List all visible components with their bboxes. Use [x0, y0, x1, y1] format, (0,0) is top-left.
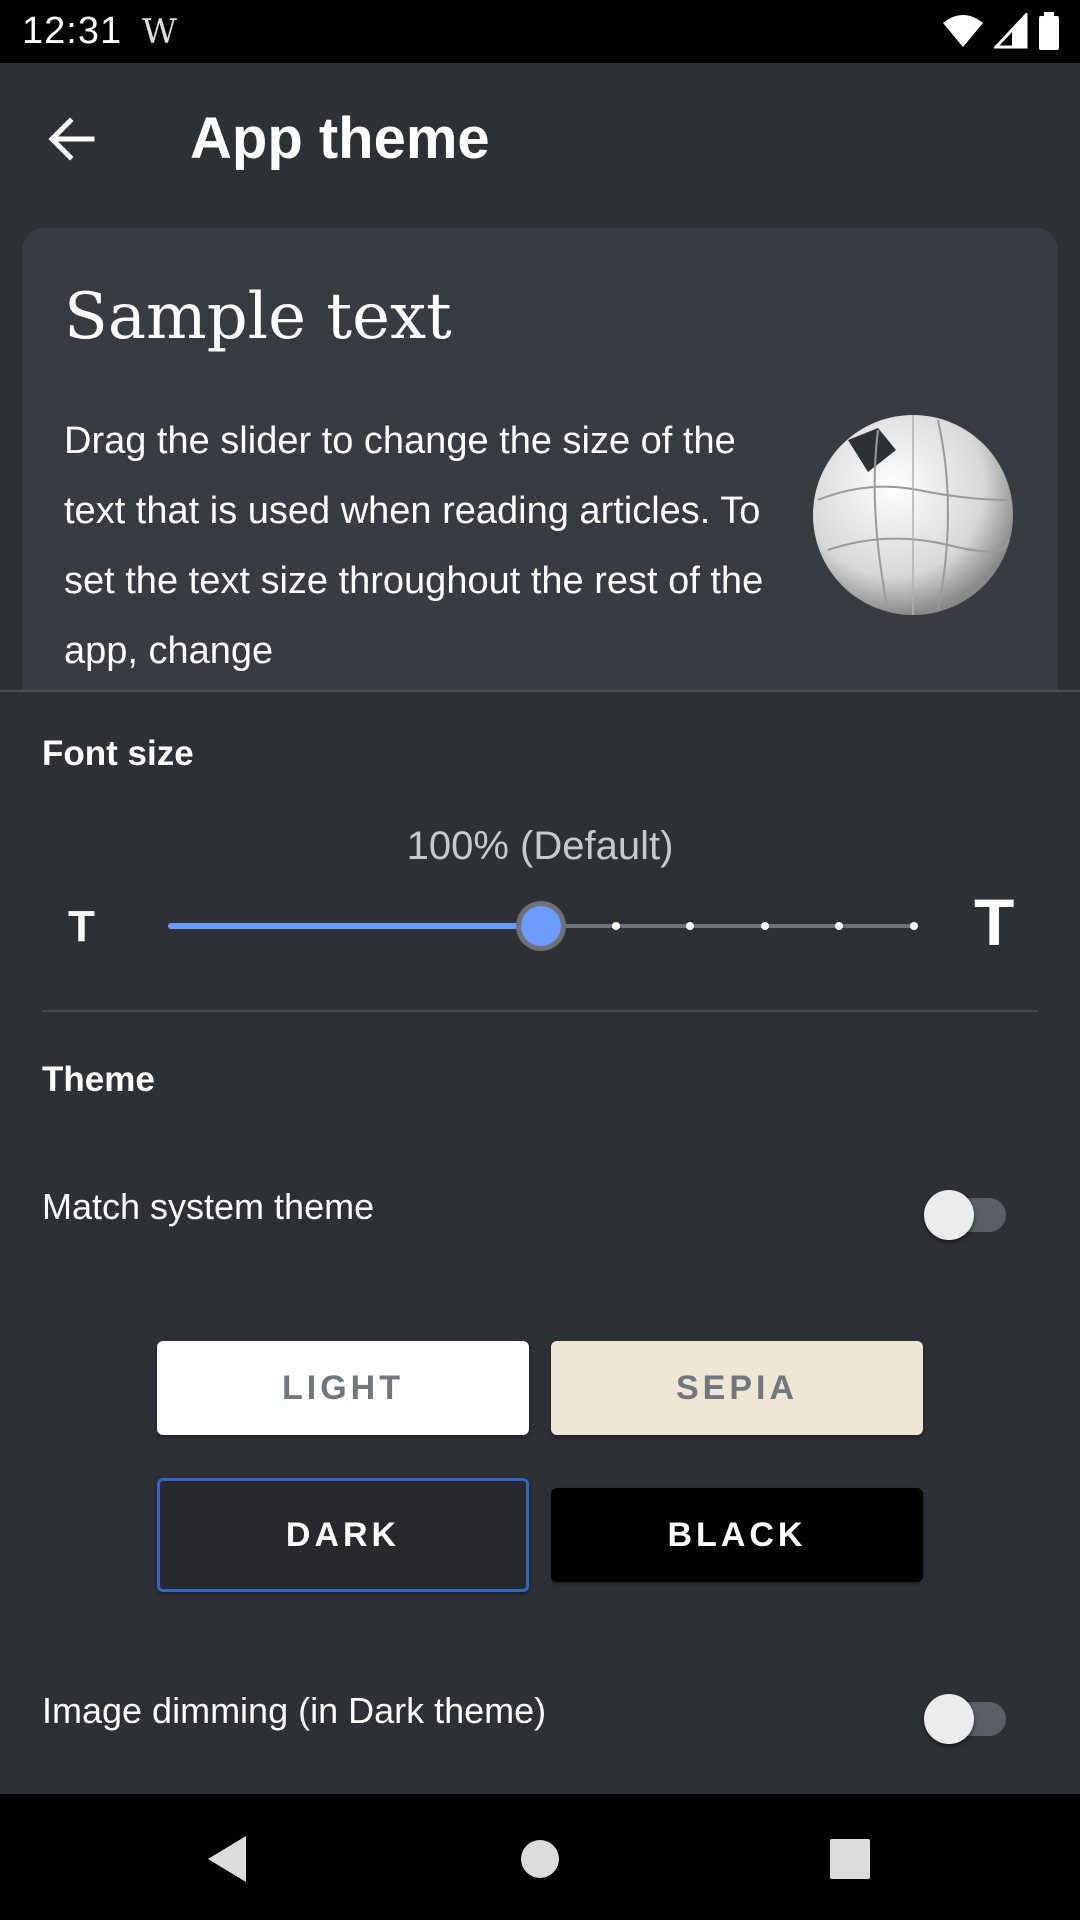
sample-body: Drag the slider to change the size of th… [64, 420, 764, 672]
slider-tick [910, 922, 918, 930]
toggle-knob [924, 1694, 974, 1744]
sheet-divider [0, 690, 1080, 692]
slider-fill [168, 923, 541, 929]
wikipedia-globe-icon [813, 415, 1013, 615]
slider-thumb[interactable] [521, 906, 561, 946]
sample-text-card: Sample text Drag the slider to change th… [22, 228, 1058, 690]
match-system-theme-label: Match system theme [42, 1186, 375, 1227]
wikipedia-notification-icon: W [142, 12, 177, 52]
increase-text-icon[interactable]: T [974, 884, 1014, 960]
font-size-slider[interactable] [168, 906, 918, 946]
page-title: App theme [190, 106, 490, 171]
status-time: 12:31 [22, 10, 123, 52]
decrease-text-icon[interactable]: T [68, 902, 95, 952]
signal-icon [994, 13, 1028, 49]
theme-black-button[interactable]: BLACK [551, 1488, 923, 1582]
font-size-label: Font size [42, 734, 194, 773]
slider-tick [686, 922, 695, 930]
toggle-knob [924, 1190, 974, 1240]
app-bar: App theme [0, 63, 1080, 213]
theme-dark-button[interactable]: DARK [157, 1478, 529, 1592]
section-divider [42, 1010, 1038, 1012]
theme-light-button[interactable]: LIGHT [157, 1341, 529, 1435]
theme-label: Theme [42, 1060, 155, 1099]
arrow-left-icon [48, 117, 95, 161]
battery-icon [1039, 12, 1059, 50]
status-icons [942, 12, 1060, 50]
status-bar: 12:31 W [0, 0, 1080, 63]
home-circle-icon[interactable] [505, 1824, 575, 1894]
back-triangle-icon[interactable] [196, 1824, 266, 1894]
recents-square-icon[interactable] [815, 1824, 885, 1894]
theme-sepia-button[interactable]: SEPIA [551, 1341, 923, 1435]
wifi-icon [943, 15, 983, 47]
back-button[interactable] [36, 103, 108, 175]
image-dimming-row[interactable]: Image dimming (in Dark theme) [0, 1670, 1080, 1760]
font-size-value: 100% (Default) [406, 824, 674, 868]
system-nav-bar [0, 1794, 1080, 1920]
match-system-theme-toggle[interactable] [924, 1190, 1008, 1240]
image-dimming-toggle[interactable] [924, 1694, 1008, 1744]
slider-tick [760, 922, 769, 930]
match-system-theme-row[interactable]: Match system theme [0, 1166, 1080, 1256]
slider-tick [611, 922, 620, 930]
slider-tick [835, 922, 844, 930]
sample-title: Sample text [64, 280, 452, 354]
image-dimming-label: Image dimming (in Dark theme) [42, 1690, 547, 1731]
